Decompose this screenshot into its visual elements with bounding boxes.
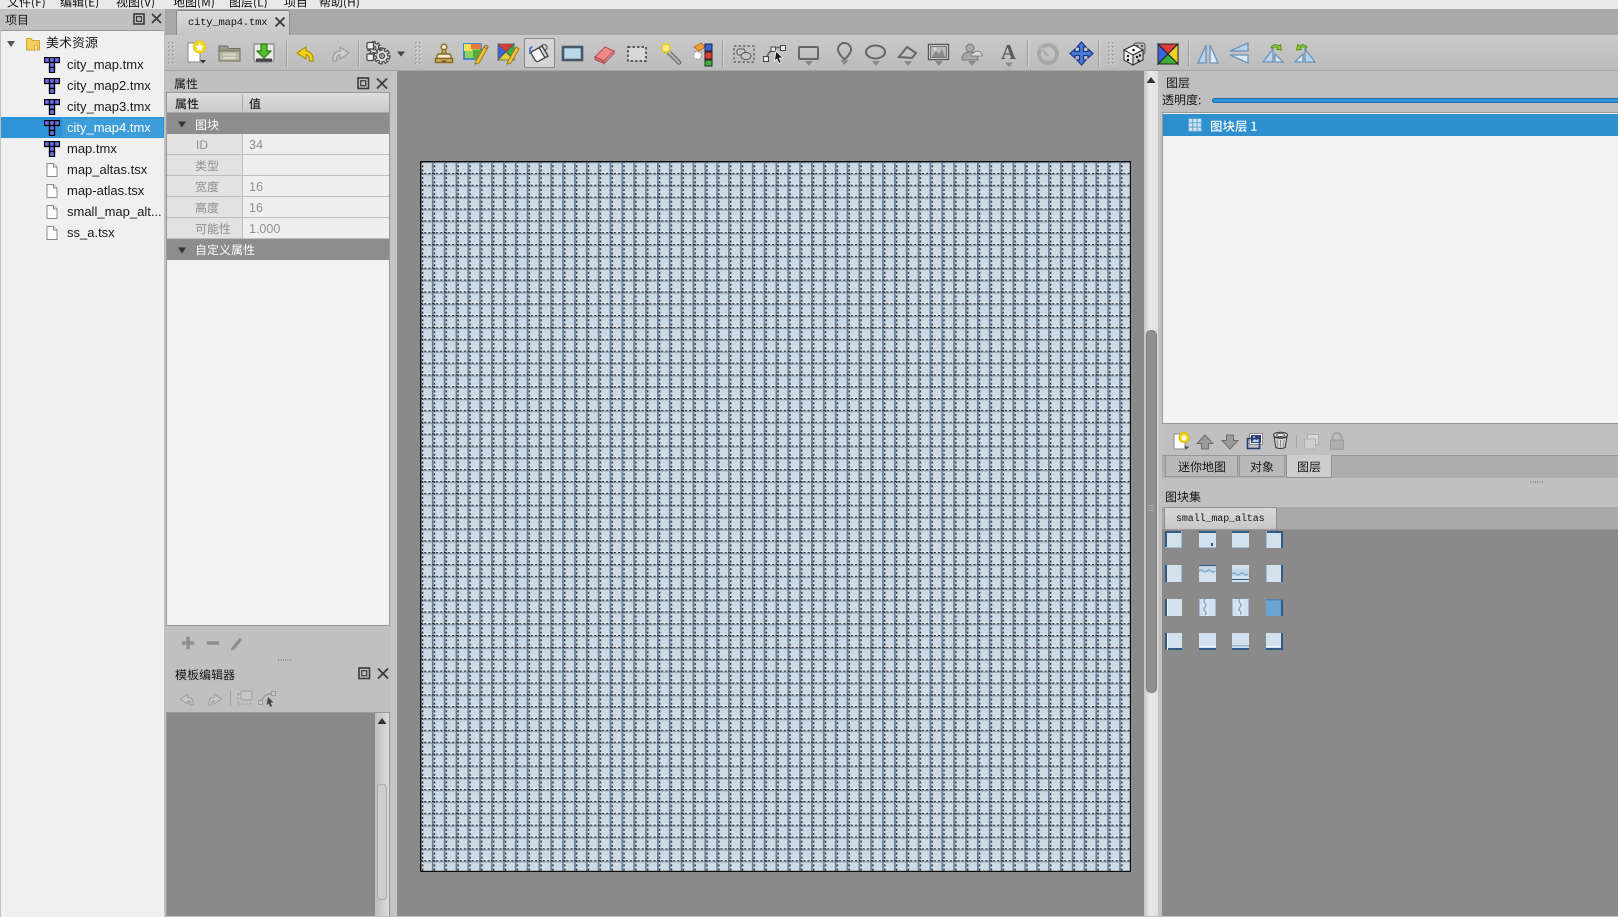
svg-text:A: A [1001, 41, 1017, 64]
